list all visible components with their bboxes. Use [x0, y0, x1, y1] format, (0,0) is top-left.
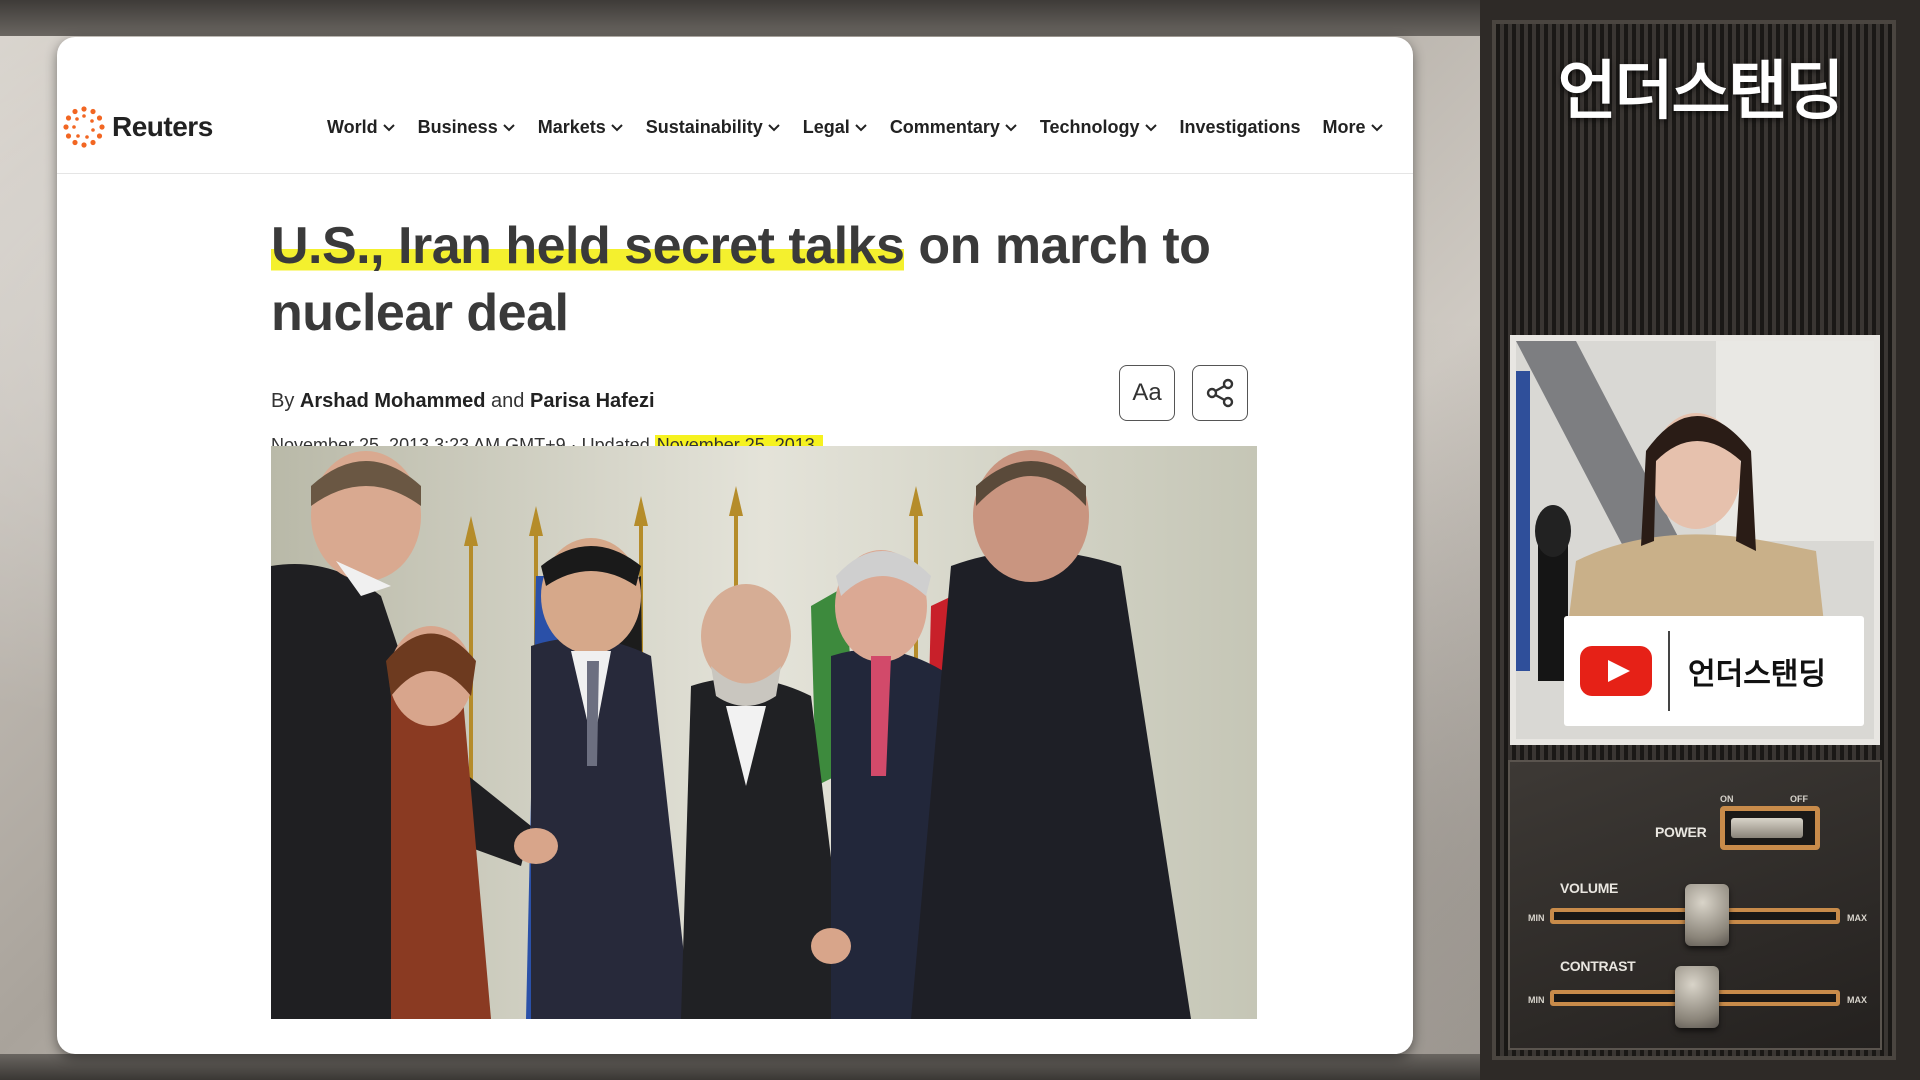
chevron-down-icon — [503, 123, 515, 131]
share-icon — [1206, 378, 1234, 408]
nav-commentary[interactable]: Commentary — [890, 117, 1018, 138]
power-label: POWER — [1655, 824, 1707, 840]
power-off-label: OFF — [1790, 794, 1808, 804]
chevron-down-icon — [382, 123, 395, 131]
logo-text: Reuters — [112, 111, 213, 142]
nav-label: Markets — [537, 117, 606, 137]
font-size-button[interactable]: Aa — [1119, 365, 1175, 421]
nav-markets[interactable]: Markets — [538, 117, 624, 138]
chevron-down-icon — [611, 123, 623, 131]
byline-prefix: By — [271, 390, 300, 412]
nav-investigations[interactable]: Investigations — [1180, 117, 1301, 138]
webcam-feed: 언더스탠딩 — [1510, 335, 1880, 745]
main-nav: World Business Markets Sustainability Le… — [327, 117, 1406, 138]
byline: By Arshad Mohammed and Parisa Hafezi — [271, 390, 655, 413]
volume-label: VOLUME — [1560, 880, 1619, 896]
chevron-down-icon — [855, 123, 867, 131]
volume-slider-knob[interactable] — [1685, 884, 1729, 946]
reuters-logo[interactable]: Reuters — [62, 103, 213, 151]
font-size-label: Aa — [1132, 379, 1162, 406]
youtube-badge[interactable]: 언더스탠딩 — [1564, 616, 1864, 726]
site-header: Reuters World Business Markets Sustainab… — [57, 37, 1413, 174]
nav-technology[interactable]: Technology — [1040, 117, 1158, 138]
contrast-min-label: MIN — [1528, 995, 1545, 1005]
youtube-channel-name: 언더스탠딩 — [1688, 658, 1826, 691]
channel-title: 언더스탠딩 — [1557, 55, 1844, 127]
chevron-down-icon — [1370, 123, 1383, 131]
nav-business[interactable]: Business — [418, 117, 516, 138]
nav-label: More — [1322, 117, 1366, 137]
nav-more[interactable]: More — [1323, 117, 1384, 138]
article-header: U.S., Iran held secret talks on march to… — [271, 213, 1256, 347]
nav-world[interactable]: World — [327, 117, 396, 138]
power-on-label: ON — [1720, 794, 1734, 804]
chevron-down-icon — [1144, 123, 1157, 131]
retro-control-panel: ON OFF POWER VOLUME MIN MAX CONTRAST MIN… — [1508, 760, 1882, 1050]
nav-label: World — [327, 117, 378, 137]
headline-highlight: U.S., Iran held secret talks — [271, 217, 905, 275]
nav-label: Business — [417, 117, 498, 137]
browser-page: Reuters World Business Markets Sustainab… — [57, 37, 1413, 1054]
article-photo — [271, 446, 1257, 1019]
diplomats-handshake-image — [271, 446, 1257, 1019]
nav-label: Sustainability — [645, 117, 763, 137]
contrast-slider-knob[interactable] — [1675, 966, 1719, 1028]
volume-min-label: MIN — [1528, 913, 1545, 923]
chevron-down-icon — [768, 123, 780, 131]
volume-max-label: MAX — [1847, 913, 1867, 923]
contrast-max-label: MAX — [1847, 995, 1867, 1005]
youtube-play-icon — [1580, 646, 1652, 696]
nav-label: Commentary — [889, 117, 1000, 137]
author-link[interactable]: Arshad Mohammed — [300, 390, 486, 412]
power-lever — [1731, 818, 1803, 838]
nav-label: Technology — [1039, 117, 1140, 137]
nav-label: Legal — [802, 117, 850, 137]
background-top-edge — [0, 0, 1480, 36]
headline: U.S., Iran held secret talks on march to… — [271, 213, 1256, 347]
nav-legal[interactable]: Legal — [803, 117, 868, 138]
divider — [1668, 631, 1670, 711]
nav-label: Investigations — [1179, 117, 1301, 137]
nav-sustainability[interactable]: Sustainability — [646, 117, 781, 138]
byline-and: and — [485, 390, 530, 412]
reuters-dots-icon — [63, 106, 105, 148]
contrast-label: CONTRAST — [1560, 958, 1636, 974]
share-button[interactable] — [1192, 365, 1248, 421]
chevron-down-icon — [1005, 123, 1017, 131]
author-link[interactable]: Parisa Hafezi — [530, 390, 655, 412]
background-bottom-edge — [0, 1054, 1480, 1080]
power-switch[interactable] — [1720, 806, 1820, 850]
